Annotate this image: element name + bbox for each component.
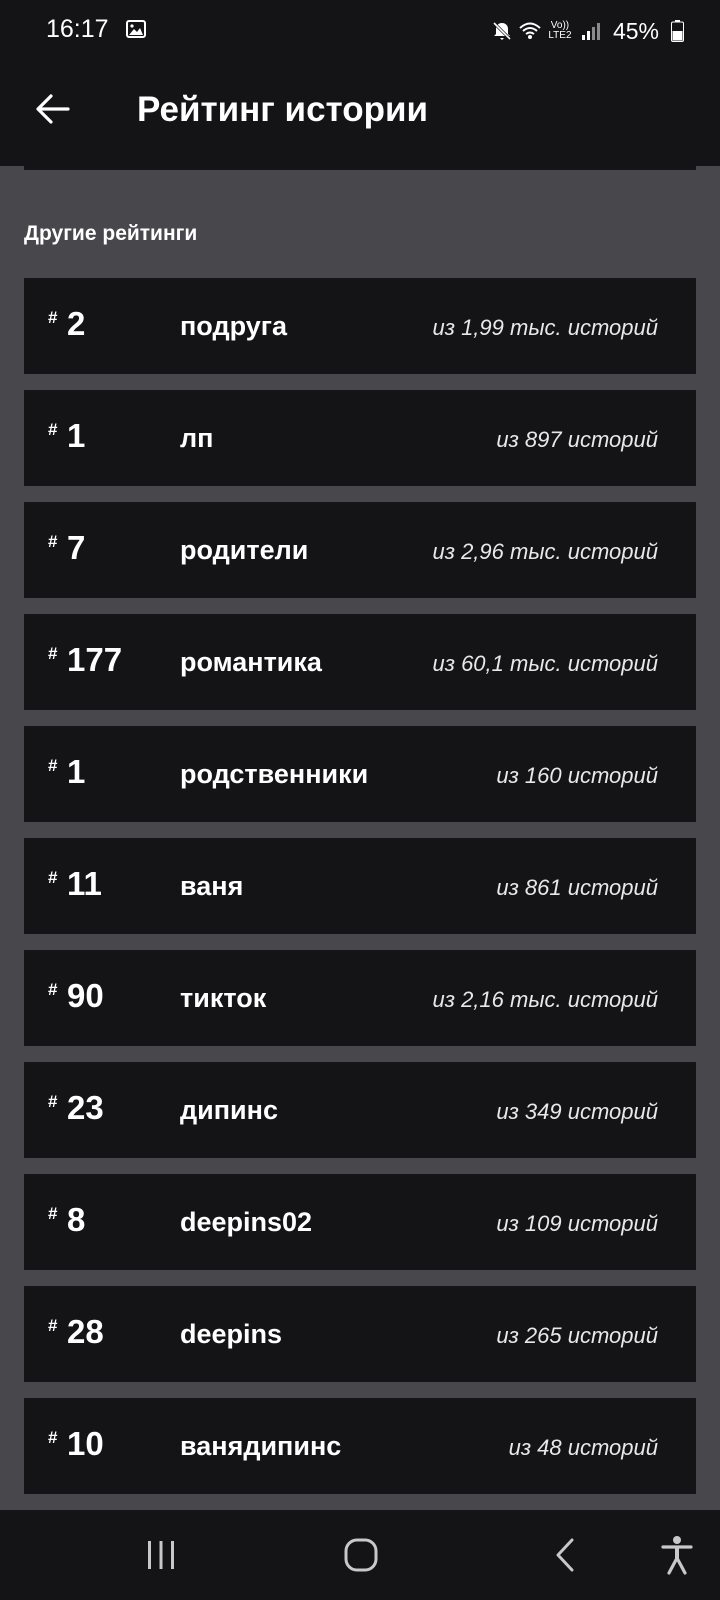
- rank-position: 11: [67, 865, 102, 902]
- status-bar: 16:17 Vo)) LTE2 45%: [0, 0, 720, 62]
- rank-position: 10: [67, 1425, 104, 1462]
- rank-hash: #: [48, 1092, 58, 1111]
- rank-tag: романтика: [180, 647, 322, 677]
- rank-total-stories: из 60,1 тыс. историй: [432, 651, 659, 676]
- rank-tag: deepins: [180, 1319, 283, 1349]
- ranking-card[interactable]: #10 ванядипинс из 48 историй: [24, 1398, 696, 1494]
- home-button[interactable]: [338, 1532, 384, 1578]
- rank-position: 1: [67, 753, 86, 790]
- rank-position: 28: [67, 1313, 104, 1350]
- status-time: 16:17: [46, 15, 109, 43]
- rank-hash: #: [48, 756, 58, 775]
- accessibility-icon: [661, 1536, 693, 1575]
- rank-hash: #: [48, 308, 58, 327]
- rank-tag: родственники: [180, 759, 369, 789]
- rank-position: 7: [67, 529, 86, 566]
- page-title: Рейтинг истории: [137, 90, 429, 129]
- rank-tag: ваня: [180, 871, 244, 901]
- navigation-bar: [0, 1510, 720, 1600]
- rank-total-stories: из 48 историй: [508, 1435, 658, 1460]
- rank-tag: лп: [180, 423, 214, 453]
- volte-icon: Vo)) LTE2: [547, 21, 573, 41]
- ranking-card[interactable]: #177 романтика из 60,1 тыс. историй: [24, 614, 696, 710]
- rank-position: 23: [67, 1089, 104, 1126]
- ranking-card[interactable]: #90 тикток из 2,16 тыс. историй: [24, 950, 696, 1046]
- section-title: Другие рейтинги: [24, 222, 198, 245]
- rank-total-stories: из 897 историй: [496, 427, 658, 452]
- home-icon: [344, 1538, 378, 1572]
- rank-hash: #: [48, 532, 58, 551]
- rank-hash: #: [48, 1428, 58, 1447]
- rankings-list: #2 подруга из 1,99 тыс. историй #1 лп из 897 …: [24, 278, 696, 1510]
- rank-hash: #: [48, 420, 58, 439]
- ranking-card[interactable]: #8 deepins02 из 109 историй: [24, 1174, 696, 1270]
- ranking-card[interactable]: #1 родственники из 160 историй: [24, 726, 696, 822]
- ranking-card[interactable]: #1 лп из 897 историй: [24, 390, 696, 486]
- gallery-icon: [126, 20, 146, 38]
- rank-total-stories: из 265 историй: [496, 1323, 658, 1348]
- previous-card-edge: [24, 166, 696, 170]
- battery-icon: [671, 20, 684, 42]
- ranking-card[interactable]: #28 deepins из 265 историй: [24, 1286, 696, 1382]
- system-back-button[interactable]: [542, 1532, 588, 1578]
- signal-icon: [581, 23, 600, 40]
- arrow-left-icon: [36, 94, 70, 124]
- rank-position: 1: [67, 417, 86, 454]
- recent-apps-icon: [148, 1541, 174, 1569]
- recent-apps-button[interactable]: [138, 1532, 184, 1578]
- rank-hash: #: [48, 868, 58, 887]
- ranking-card[interactable]: #7 родители из 2,96 тыс. историй: [24, 502, 696, 598]
- accessibility-button[interactable]: [654, 1532, 700, 1578]
- battery-percent: 45%: [612, 17, 659, 44]
- rank-tag: дипинс: [180, 1095, 278, 1125]
- rank-total-stories: из 349 историй: [496, 1099, 658, 1124]
- rank-tag: deepins02: [180, 1207, 313, 1237]
- rank-total-stories: из 160 историй: [496, 763, 658, 788]
- rank-hash: #: [48, 1204, 58, 1223]
- ranking-card[interactable]: #2 подруга из 1,99 тыс. историй: [24, 278, 696, 374]
- status-icons: Vo)) LTE2 45%: [491, 14, 684, 48]
- rank-total-stories: из 861 историй: [496, 875, 658, 900]
- rank-tag: подруга: [180, 311, 287, 341]
- app-bar: Рейтинг истории: [0, 62, 720, 166]
- rank-position: 8: [67, 1201, 86, 1238]
- rank-total-stories: из 109 историй: [496, 1211, 658, 1236]
- back-button[interactable]: [30, 86, 76, 132]
- ranking-card[interactable]: #23 дипинс из 349 историй: [24, 1062, 696, 1158]
- ranking-card[interactable]: #11 ваня из 861 историй: [24, 838, 696, 934]
- lte-label: LTE2: [548, 30, 572, 41]
- rank-hash: #: [48, 1316, 58, 1335]
- rank-position: 2: [67, 305, 86, 342]
- mute-icon: [492, 21, 512, 41]
- back-icon: [556, 1538, 574, 1572]
- rank-position: 90: [67, 977, 104, 1014]
- rank-total-stories: из 1,99 тыс. историй: [432, 315, 659, 340]
- rank-position: 177: [67, 641, 123, 678]
- rank-tag: ванядипинс: [180, 1431, 342, 1461]
- rank-tag: родители: [180, 535, 309, 565]
- rank-hash: #: [48, 980, 58, 999]
- rank-total-stories: из 2,96 тыс. историй: [432, 539, 659, 564]
- rank-total-stories: из 2,16 тыс. историй: [432, 987, 659, 1012]
- rank-hash: #: [48, 644, 58, 663]
- wifi-icon: [519, 22, 541, 39]
- rank-tag: тикток: [180, 983, 267, 1013]
